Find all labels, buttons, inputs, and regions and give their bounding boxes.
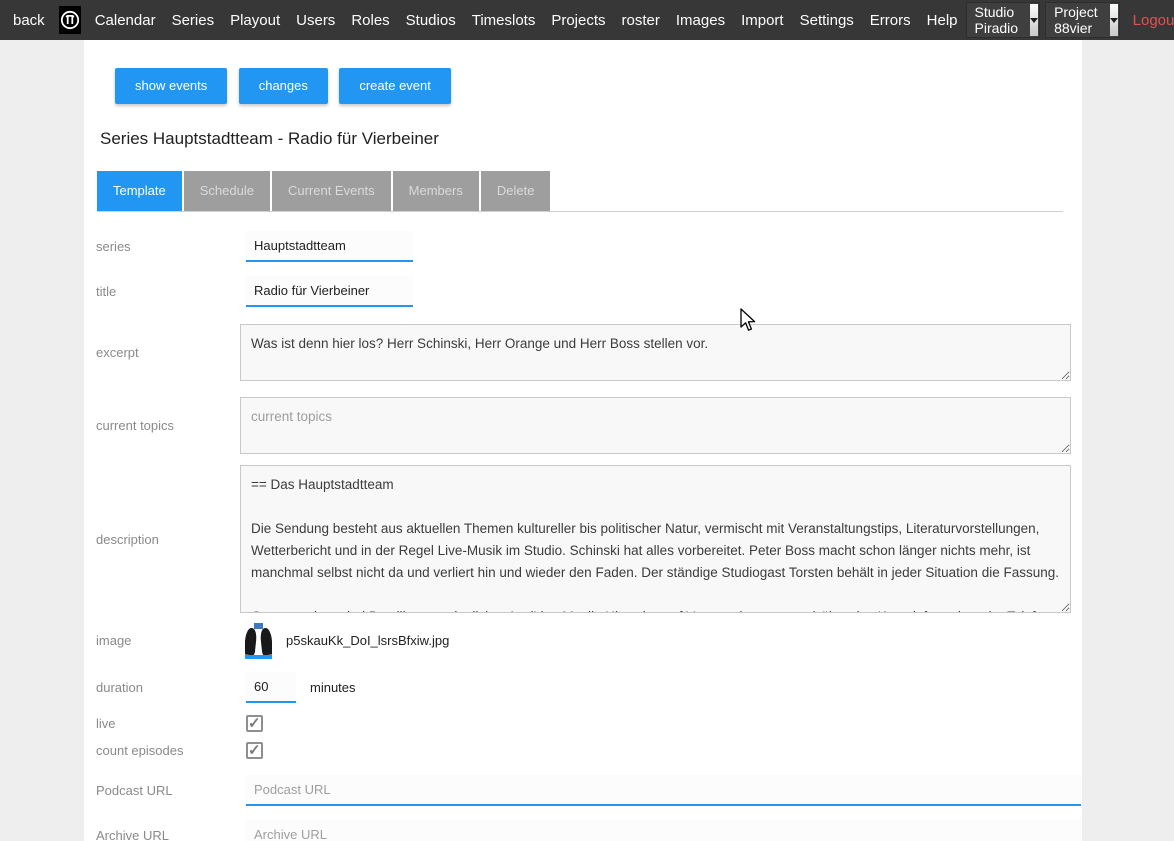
pi-circle-glyph — [59, 9, 81, 31]
nav-item-images[interactable]: Images — [668, 12, 733, 29]
duration-label: duration — [96, 680, 240, 695]
count-episodes-checkbox[interactable] — [246, 742, 263, 759]
tab-members[interactable]: Members — [393, 171, 479, 211]
archive-url-label: Archive URL — [96, 828, 240, 841]
show-events-button[interactable]: show events — [115, 68, 227, 104]
duration-unit-label: minutes — [310, 680, 356, 695]
title-label: title — [96, 284, 240, 299]
nav-item-series[interactable]: Series — [164, 12, 223, 29]
duration-row: duration minutes — [84, 672, 1082, 703]
excerpt-textarea[interactable] — [240, 324, 1071, 381]
page-title: Series Hauptstadtteam - Radio für Vierbe… — [100, 129, 1082, 149]
toolbar: show events changes create event — [84, 68, 1082, 104]
podcast-url-input[interactable] — [246, 775, 1081, 806]
nav-item-studios[interactable]: Studios — [398, 12, 464, 29]
chevron-down-icon — [1030, 4, 1038, 36]
count-episodes-row: count episodes — [84, 742, 1082, 759]
series-row: series — [84, 231, 1082, 262]
tab-schedule[interactable]: Schedule — [184, 171, 270, 211]
studio-select-value: Studio Piradio — [975, 4, 1024, 36]
main-content: show events changes create event Series … — [84, 40, 1082, 841]
duration-input[interactable] — [246, 672, 296, 703]
archive-url-row: Archive URL — [84, 820, 1082, 841]
current-topics-row: current topics — [84, 397, 1082, 454]
nav-item-playout[interactable]: Playout — [222, 12, 288, 29]
nav-item-roster[interactable]: roster — [614, 12, 668, 29]
live-checkbox[interactable] — [246, 715, 263, 732]
current-topics-textarea[interactable] — [240, 397, 1071, 454]
description-row: description — [84, 465, 1082, 613]
live-label: live — [96, 716, 240, 731]
excerpt-label: excerpt — [96, 345, 240, 360]
changes-button[interactable]: changes — [239, 68, 328, 104]
nav-item-settings[interactable]: Settings — [792, 12, 862, 29]
tab-current-events[interactable]: Current Events — [272, 171, 391, 211]
tab-delete[interactable]: Delete — [481, 171, 551, 211]
tab-bar: Template Schedule Current Events Members… — [97, 171, 1063, 212]
description-textarea[interactable] — [240, 465, 1071, 613]
nav-item-help[interactable]: Help — [919, 12, 966, 29]
image-row: image p5skauKk_DoI_lsrsBfxiw.jpg — [84, 621, 1082, 659]
nav-item-users[interactable]: Users — [288, 12, 343, 29]
podcast-url-row: Podcast URL — [84, 775, 1082, 806]
piradio-logo-icon[interactable] — [59, 6, 81, 34]
nav-item-import[interactable]: Import — [733, 12, 792, 29]
nav-item-roles[interactable]: Roles — [343, 12, 397, 29]
description-label: description — [96, 532, 240, 547]
image-label: image — [96, 633, 240, 648]
project-select[interactable]: Project 88vier — [1045, 2, 1120, 38]
create-event-button[interactable]: create event — [339, 68, 451, 104]
top-navbar: back Calendar Series Playout Users Roles… — [0, 0, 1174, 40]
nav-item-timeslots[interactable]: Timeslots — [464, 12, 544, 29]
nav-item-projects[interactable]: Projects — [543, 12, 613, 29]
image-filename: p5skauKk_DoI_lsrsBfxiw.jpg — [286, 633, 449, 648]
live-row: live — [84, 715, 1082, 732]
nav-item-errors[interactable]: Errors — [862, 12, 919, 29]
nav-back-link[interactable]: back — [5, 12, 53, 29]
project-select-value: Project 88vier — [1054, 4, 1103, 36]
series-image-thumbnail[interactable] — [245, 621, 272, 659]
logout-link[interactable]: Logout — [1125, 12, 1174, 29]
count-episodes-label: count episodes — [96, 743, 240, 758]
title-row: title — [84, 276, 1082, 307]
chevron-down-icon — [1110, 4, 1118, 36]
template-form: series title excerpt current topics desc — [84, 231, 1082, 841]
series-label: series — [96, 239, 240, 254]
archive-url-input[interactable] — [246, 820, 1081, 841]
excerpt-row: excerpt — [84, 324, 1082, 381]
studio-select[interactable]: Studio Piradio — [966, 2, 1041, 38]
current-topics-label: current topics — [96, 418, 240, 433]
podcast-url-label: Podcast URL — [96, 783, 240, 798]
title-input[interactable] — [246, 276, 413, 307]
series-input[interactable] — [246, 231, 413, 262]
tab-template[interactable]: Template — [97, 171, 182, 211]
nav-item-calendar[interactable]: Calendar — [87, 12, 164, 29]
nav-right-group: Studio Piradio Project 88vier Logout mil… — [966, 2, 1174, 38]
